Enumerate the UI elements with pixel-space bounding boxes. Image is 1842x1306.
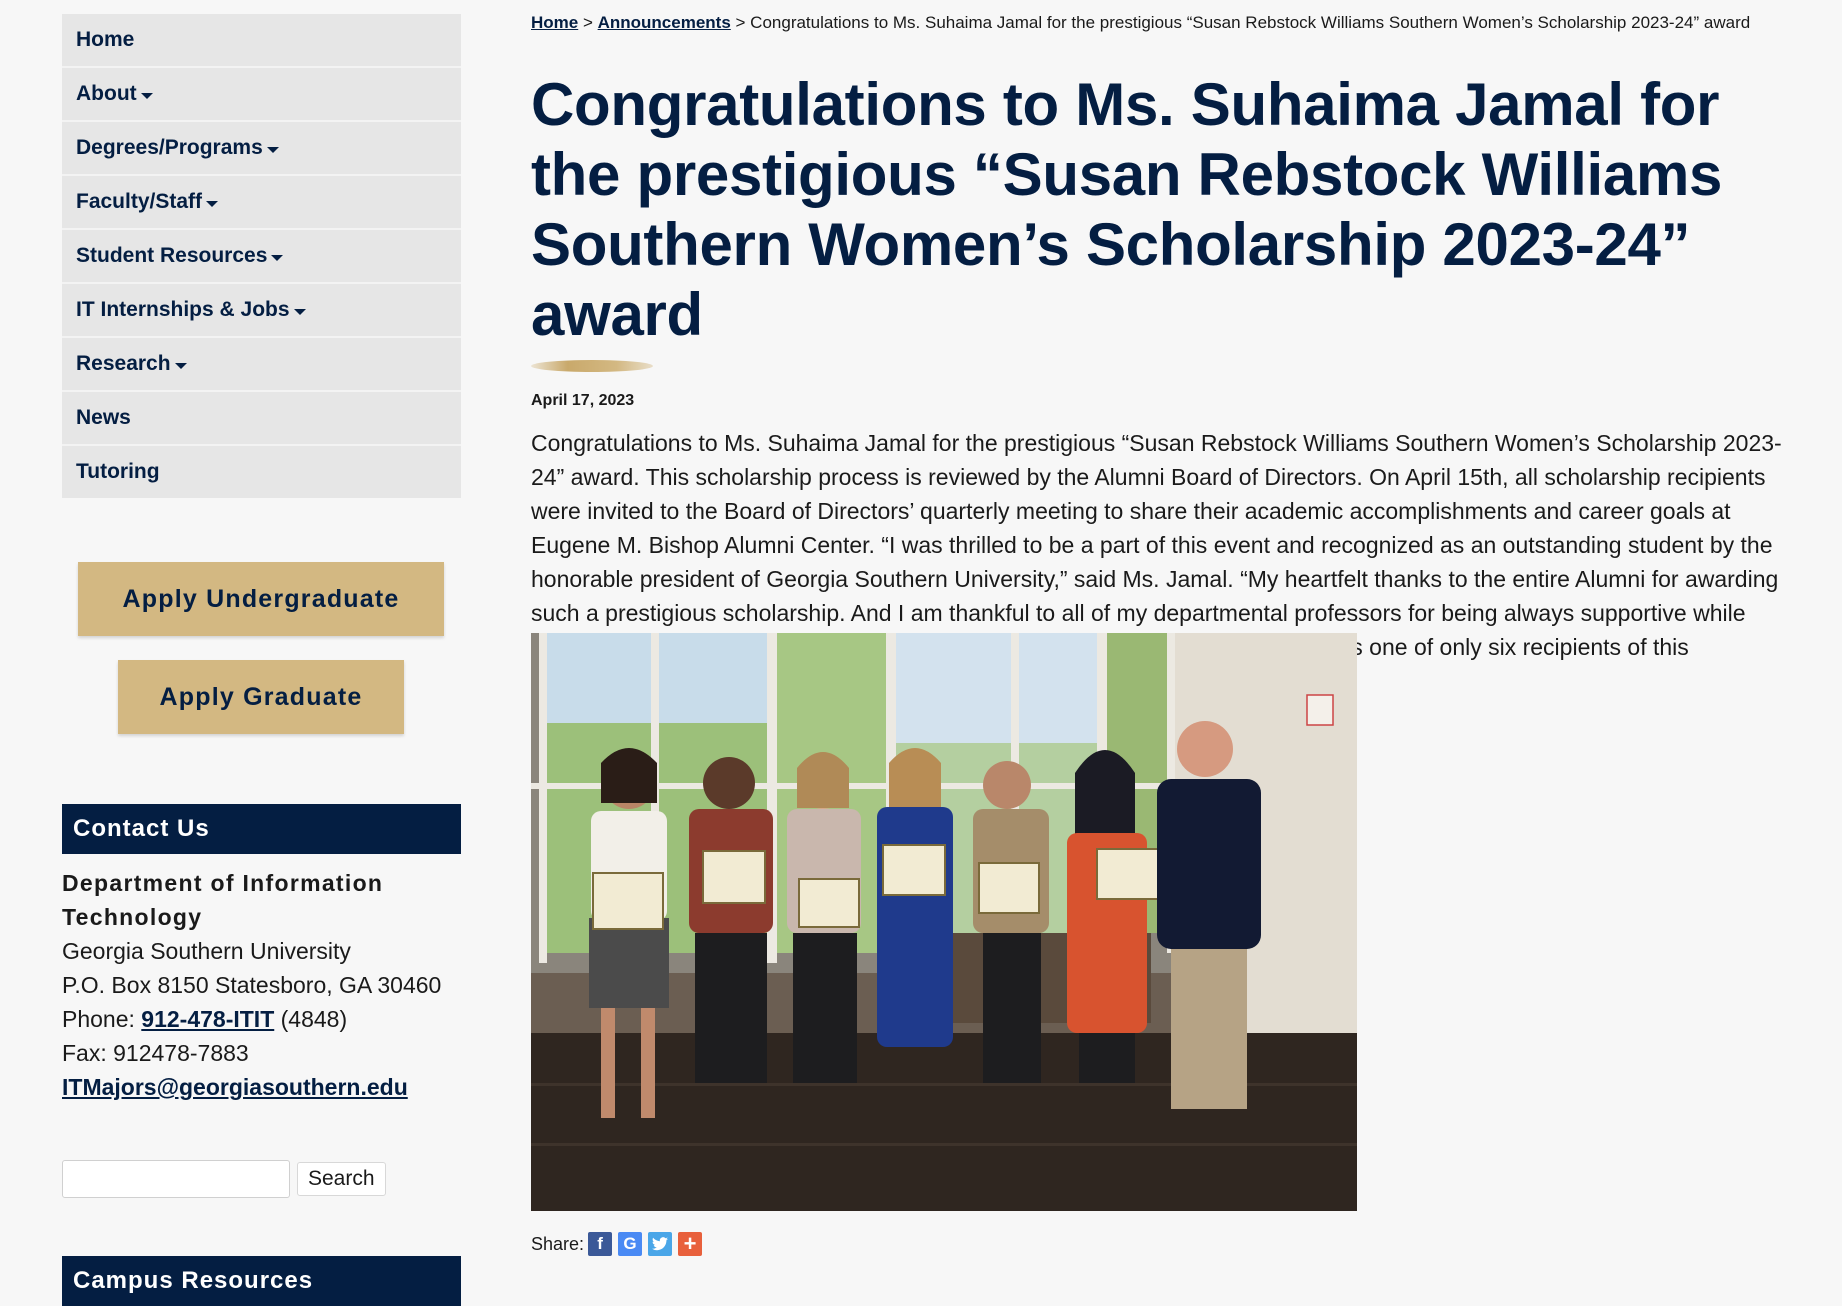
sidebar-item-label: Research	[76, 352, 171, 375]
phone-link[interactable]: 912-478-ITIT	[141, 1006, 274, 1032]
search-input[interactable]	[62, 1160, 290, 1198]
twitter-bird-glyph	[652, 1237, 669, 1251]
caret-down-icon	[206, 200, 219, 207]
breadcrumb-separator: >	[730, 13, 751, 32]
fax-line: Fax: 912478-7883	[62, 1040, 249, 1066]
plus-icon[interactable]: +	[678, 1231, 703, 1256]
breadcrumb-separator: >	[578, 13, 598, 32]
share-bar: Share: f G +	[531, 1231, 703, 1256]
sidebar-item-degrees-programs[interactable]: Degrees/Programs	[62, 122, 461, 176]
caret-down-icon	[271, 254, 284, 261]
search-form: Search	[62, 1160, 386, 1198]
facebook-icon[interactable]: f	[588, 1232, 613, 1256]
sidebar-item-faculty-staff[interactable]: Faculty/Staff	[62, 176, 461, 230]
breadcrumb: Home > Announcements > Congratulations t…	[531, 10, 1791, 36]
sidebar-item-label: News	[76, 406, 131, 429]
sidebar-item-it-internships-jobs[interactable]: IT Internships & Jobs	[62, 284, 461, 338]
phone-suffix: (4848)	[274, 1006, 348, 1032]
sidebar-item-tutoring[interactable]: Tutoring	[62, 446, 461, 498]
mailing-address: P.O. Box 8150 Statesboro, GA 30460	[62, 972, 442, 998]
sidebar-item-label: Home	[76, 28, 135, 51]
breadcrumb-announcements-link[interactable]: Announcements	[598, 13, 731, 32]
breadcrumb-home-link[interactable]: Home	[531, 13, 578, 32]
campus-resources-heading[interactable]: Campus Resources	[62, 1256, 461, 1306]
caret-down-icon	[293, 308, 306, 315]
main-content: Home > Announcements > Congratulations t…	[531, 10, 1791, 698]
sidebar-item-about[interactable]: About	[62, 68, 461, 122]
contact-info: Department of Information Technology Geo…	[62, 866, 461, 1104]
post-date: April 17, 2023	[531, 392, 635, 409]
phone-line: Phone: 912-478-ITIT (4848)	[62, 1002, 461, 1036]
breadcrumb-current: Congratulations to Ms. Suhaima Jamal for…	[750, 13, 1751, 32]
phone-label: Phone:	[62, 1006, 142, 1032]
sidebar-item-news[interactable]: News	[62, 392, 461, 446]
sidebar-nav: Home About Degrees/Programs Faculty/Staf…	[62, 14, 461, 498]
sidebar-item-label: About	[76, 82, 137, 105]
title-underline	[531, 360, 653, 372]
sidebar-item-label: Tutoring	[76, 460, 160, 483]
caret-down-icon	[266, 146, 279, 153]
search-button[interactable]: Search	[297, 1162, 386, 1196]
award-group-photo	[531, 633, 1357, 1211]
apply-undergraduate-button[interactable]: Apply Undergraduate	[78, 562, 444, 636]
caret-down-icon	[140, 92, 153, 99]
page-title: Congratulations to Ms. Suhaima Jamal for…	[531, 71, 1723, 348]
sidebar-item-label: Student Resources	[76, 244, 268, 267]
sidebar-item-label: IT Internships & Jobs	[76, 298, 290, 321]
contact-us-heading: Contact Us	[62, 804, 461, 854]
twitter-icon[interactable]	[648, 1232, 673, 1256]
department-name: Department of Information Technology	[62, 870, 384, 930]
university-name: Georgia Southern University	[62, 938, 351, 964]
sidebar-item-research[interactable]: Research	[62, 338, 461, 392]
email-link[interactable]: ITMajors@georgiasouthern.edu	[62, 1074, 408, 1100]
share-label: Share:	[531, 1233, 585, 1254]
caret-down-icon	[174, 362, 187, 369]
apply-graduate-button[interactable]: Apply Graduate	[118, 660, 404, 734]
sidebar-item-home[interactable]: Home	[62, 14, 461, 68]
sidebar: Home About Degrees/Programs Faculty/Staf…	[62, 14, 461, 1306]
sidebar-item-student-resources[interactable]: Student Resources	[62, 230, 461, 284]
google-icon[interactable]: G	[618, 1232, 643, 1256]
sidebar-item-label: Faculty/Staff	[76, 190, 203, 213]
sidebar-item-label: Degrees/Programs	[76, 136, 263, 159]
